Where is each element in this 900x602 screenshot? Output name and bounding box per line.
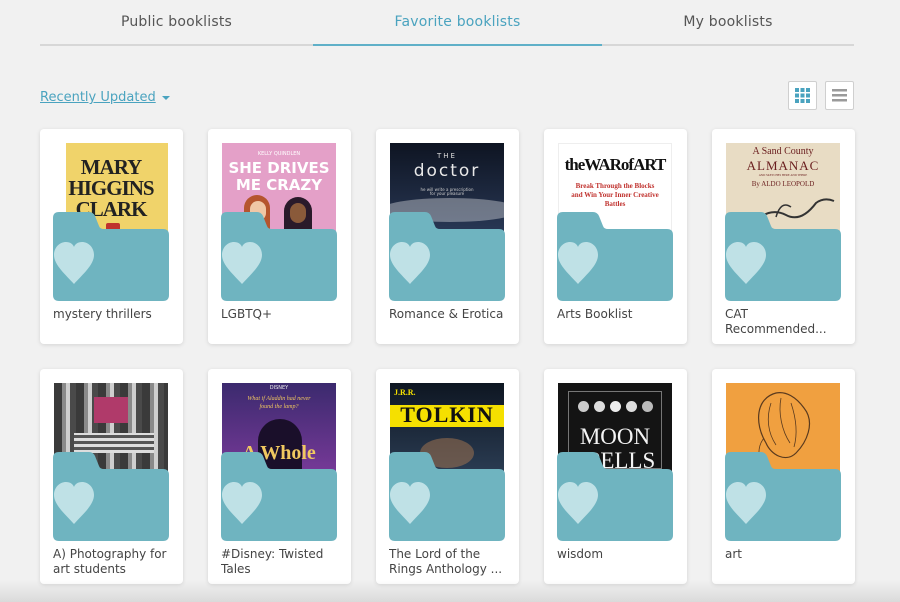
cover-line: MARY [80,155,143,179]
cover-line: J.R.R. [394,388,416,397]
booklist-card[interactable]: MARY HIGGINS CLARK mystery thrillers [40,129,183,344]
cover-line: DISNEY [269,385,289,391]
booklist-title: #Disney: Twisted Tales [221,547,324,576]
booklist-card[interactable]: A Sand County ALMANAC AND SKETCHES HERE … [712,129,855,344]
tab-my-booklists[interactable]: My booklists [602,14,854,46]
list-view-icon [832,89,847,102]
booklist-card[interactable]: THE doctor he will write a prescription … [376,129,519,344]
favorite-folder-icon [725,452,841,541]
booklist-title: A) Photography for art students [53,547,167,576]
favorite-folder-icon [53,452,169,541]
booklist-tabs: Public booklists Favorite booklists My b… [40,0,854,46]
booklist-title: The Lord of the Rings Anthology ... [389,547,503,576]
sort-label: Recently Updated [40,90,156,105]
booklist-card[interactable]: KELLY QUINDLEN SHE DRIVES ME CRAZY LGBTQ… [208,129,351,344]
list-view-button[interactable] [825,81,854,110]
booklist-title: CAT Recommended... [725,307,827,336]
favorite-folder-icon [53,212,169,301]
cover-line: ALMANAC [746,158,820,173]
tab-public-booklists[interactable]: Public booklists [40,14,313,46]
booklist-title: Romance & Erotica [389,307,504,321]
cover-line: By ALDO LEOPOLD [751,180,815,188]
cover-line: HIGGINS [68,176,154,200]
cover-line: he will write a prescription for your pl… [420,187,474,196]
cover-line: KELLY QUINDLEN [257,151,301,157]
cover-line: What if Aladdin had never found the lamp… [247,396,311,410]
booklist-card[interactable]: art [712,369,855,584]
favorite-folder-icon [725,212,841,301]
booklist-card[interactable]: MOON SPELLS wisdom [544,369,687,584]
grid-view-icon [795,88,810,103]
favorite-folder-icon [389,212,505,301]
cover-line: ME CRAZY [235,176,323,194]
caret-down-icon [161,95,170,100]
booklist-card[interactable]: J.R.R. TOLKIN The Lord of the Rings Anth… [376,369,519,584]
cover-line: TOLKIN [400,402,494,427]
booklist-title: art [725,547,742,561]
cover-line: doctor [413,161,481,181]
cover-line: AND SKETCHES HERE AND THERE [758,173,808,177]
favorite-folder-icon [557,212,673,301]
booklist-title: wisdom [557,547,604,561]
booklist-title: mystery thrillers [53,307,152,321]
cover-line: THE [437,152,457,160]
cover-line: theWARofART [564,155,667,174]
favorite-folder-icon [221,212,337,301]
cover-line: Break Through the Blocks and Win Your In… [571,182,659,208]
cover-line: A Sand County [752,146,814,157]
scroll-fade [0,580,900,602]
booklist-title: Arts Booklist [557,307,633,321]
booklist-card[interactable]: theWARofART Break Through the Blocks and… [544,129,687,344]
sort-dropdown[interactable]: Recently Updated [40,90,170,105]
active-tab-indicator [313,44,602,46]
tab-favorite-booklists[interactable]: Favorite booklists [313,14,602,46]
booklist-card[interactable]: A) Photography for art students [40,369,183,584]
booklist-title: LGBTQ+ [221,307,273,321]
favorite-folder-icon [221,452,337,541]
cover-line: MOON [579,424,651,449]
cover-line: SHE DRIVES [228,159,330,177]
booklist-card[interactable]: DISNEY What if Aladdin had never found t… [208,369,351,584]
favorite-folder-icon [557,452,673,541]
grid-view-button[interactable] [788,81,817,110]
favorite-folder-icon [389,452,505,541]
